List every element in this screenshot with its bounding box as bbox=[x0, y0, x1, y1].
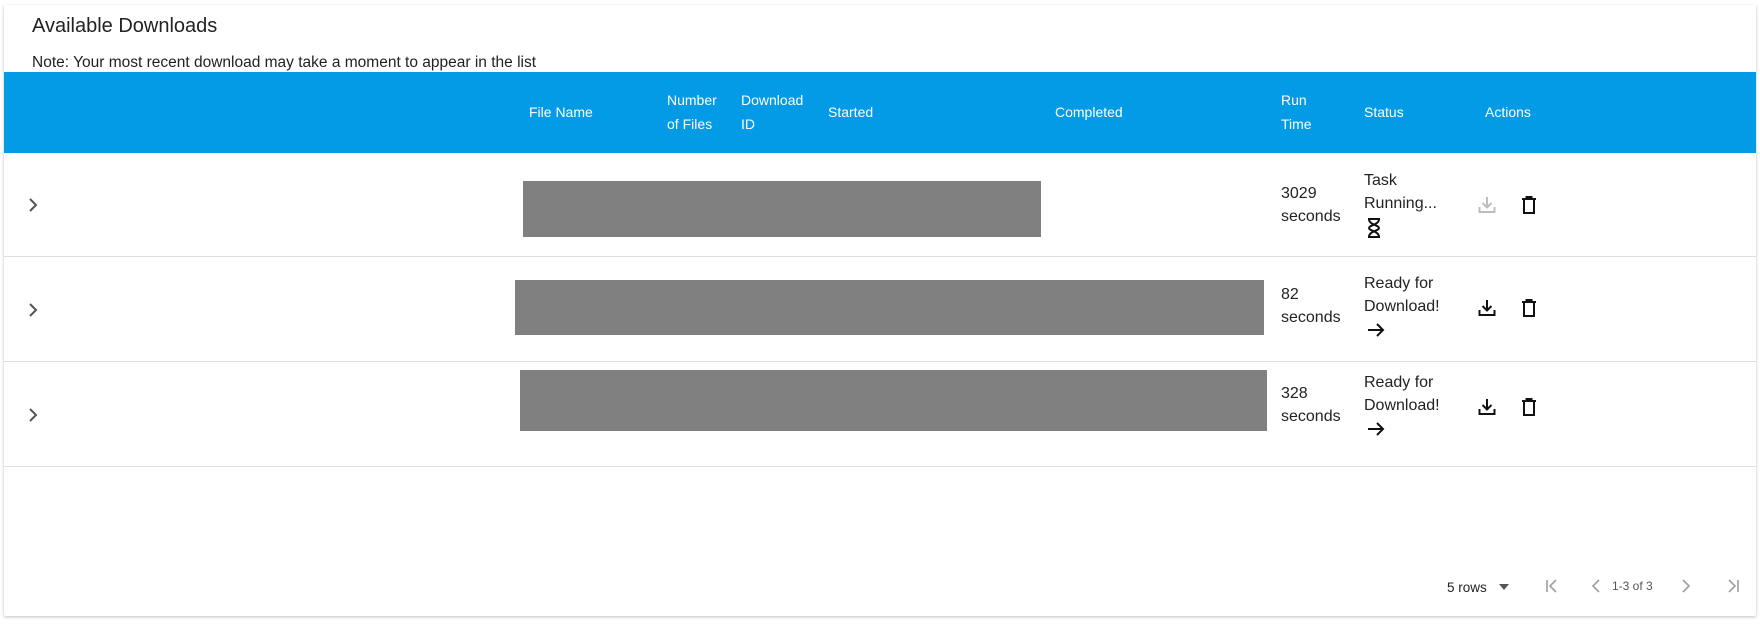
column-download-id-line1: Download bbox=[741, 92, 804, 108]
first-page-icon bbox=[1546, 579, 1557, 593]
status-text-line2: Running... bbox=[1364, 195, 1437, 212]
status-text-line2: Download! bbox=[1364, 397, 1440, 414]
column-run-time[interactable]: Run Time bbox=[1281, 88, 1312, 136]
table-row: 82 seconds Ready for Download! bbox=[4, 258, 1756, 362]
status-cell: Ready for Download! bbox=[1364, 371, 1440, 439]
column-number-of-files[interactable]: Number of Files bbox=[667, 88, 717, 136]
trash-icon bbox=[1522, 398, 1536, 416]
rows-per-page-value: 5 rows bbox=[1447, 579, 1487, 595]
chevron-right-icon bbox=[29, 198, 38, 212]
run-time-value: 82 bbox=[1281, 286, 1299, 303]
hourglass-icon bbox=[1367, 218, 1381, 238]
table-row: 3029 seconds Task Running... bbox=[4, 153, 1756, 257]
column-started[interactable]: Started bbox=[828, 100, 873, 124]
chevron-right-icon bbox=[29, 303, 38, 317]
chevron-right-icon bbox=[29, 408, 38, 422]
column-number-of-files-line1: Number bbox=[667, 92, 717, 108]
first-page-button[interactable] bbox=[1539, 573, 1565, 599]
status-cell: Ready for Download! bbox=[1364, 272, 1440, 340]
caret-down-icon bbox=[1498, 584, 1509, 590]
status-text-line2: Download! bbox=[1364, 298, 1440, 315]
status-text-line1: Ready for bbox=[1364, 275, 1434, 292]
delete-button[interactable] bbox=[1515, 393, 1543, 421]
run-time-cell: 3029 seconds bbox=[1281, 182, 1341, 228]
table-row: 328 seconds Ready for Download! bbox=[4, 363, 1756, 467]
previous-page-button[interactable] bbox=[1583, 573, 1609, 599]
download-icon bbox=[1478, 399, 1496, 415]
redacted-row-details bbox=[520, 370, 1267, 431]
arrow-right-icon bbox=[1368, 323, 1385, 337]
redacted-row-details bbox=[515, 280, 1264, 335]
column-download-id-line2: ID bbox=[741, 116, 755, 132]
delete-button[interactable] bbox=[1515, 191, 1543, 219]
run-time-value: 3029 bbox=[1281, 185, 1317, 202]
download-button[interactable] bbox=[1473, 393, 1501, 421]
next-page-button[interactable] bbox=[1673, 573, 1699, 599]
column-actions: Actions bbox=[1485, 104, 1531, 120]
redacted-row-details bbox=[523, 181, 1041, 237]
column-number-of-files-line2: of Files bbox=[667, 116, 713, 132]
delete-button[interactable] bbox=[1515, 294, 1543, 322]
trash-icon bbox=[1522, 196, 1536, 214]
column-file-name[interactable]: File Name bbox=[529, 100, 593, 124]
run-time-unit: seconds bbox=[1281, 408, 1341, 425]
run-time-cell: 328 seconds bbox=[1281, 382, 1341, 428]
run-time-value: 328 bbox=[1281, 385, 1308, 402]
trash-icon bbox=[1522, 299, 1536, 317]
run-time-unit: seconds bbox=[1281, 208, 1341, 225]
column-run-time-line1: Run bbox=[1281, 92, 1307, 108]
arrow-right-icon bbox=[1368, 422, 1385, 436]
chevron-right-icon bbox=[1682, 579, 1691, 593]
last-page-button[interactable] bbox=[1720, 573, 1746, 599]
last-page-icon bbox=[1728, 579, 1739, 593]
expand-row-button[interactable] bbox=[22, 404, 44, 426]
download-button[interactable] bbox=[1473, 294, 1501, 322]
status-text-line1: Ready for bbox=[1364, 374, 1434, 391]
downloads-card: Available Downloads Note: Your most rece… bbox=[4, 5, 1756, 616]
download-icon bbox=[1478, 300, 1496, 316]
download-icon bbox=[1478, 197, 1496, 213]
status-text-line1: Task bbox=[1364, 172, 1397, 189]
column-download-id[interactable]: Download ID bbox=[741, 88, 803, 136]
info-note: Note: Your most recent download may take… bbox=[32, 54, 537, 71]
status-cell: Task Running... bbox=[1364, 169, 1437, 239]
expand-row-button[interactable] bbox=[22, 194, 44, 216]
table-header: File Name Number of Files Download ID St… bbox=[4, 72, 1756, 153]
pagination-range: 1-3 of 3 bbox=[1612, 579, 1653, 593]
page-title: Available Downloads bbox=[32, 15, 218, 37]
run-time-unit: seconds bbox=[1281, 309, 1341, 326]
rows-per-page-select[interactable]: 5 rows bbox=[1447, 575, 1509, 599]
column-run-time-line2: Time bbox=[1281, 116, 1312, 132]
expand-row-button[interactable] bbox=[22, 299, 44, 321]
run-time-cell: 82 seconds bbox=[1281, 283, 1341, 329]
download-button[interactable] bbox=[1473, 191, 1501, 219]
column-completed[interactable]: Completed bbox=[1055, 100, 1123, 124]
chevron-left-icon bbox=[1591, 579, 1600, 593]
column-status[interactable]: Status bbox=[1364, 100, 1404, 124]
